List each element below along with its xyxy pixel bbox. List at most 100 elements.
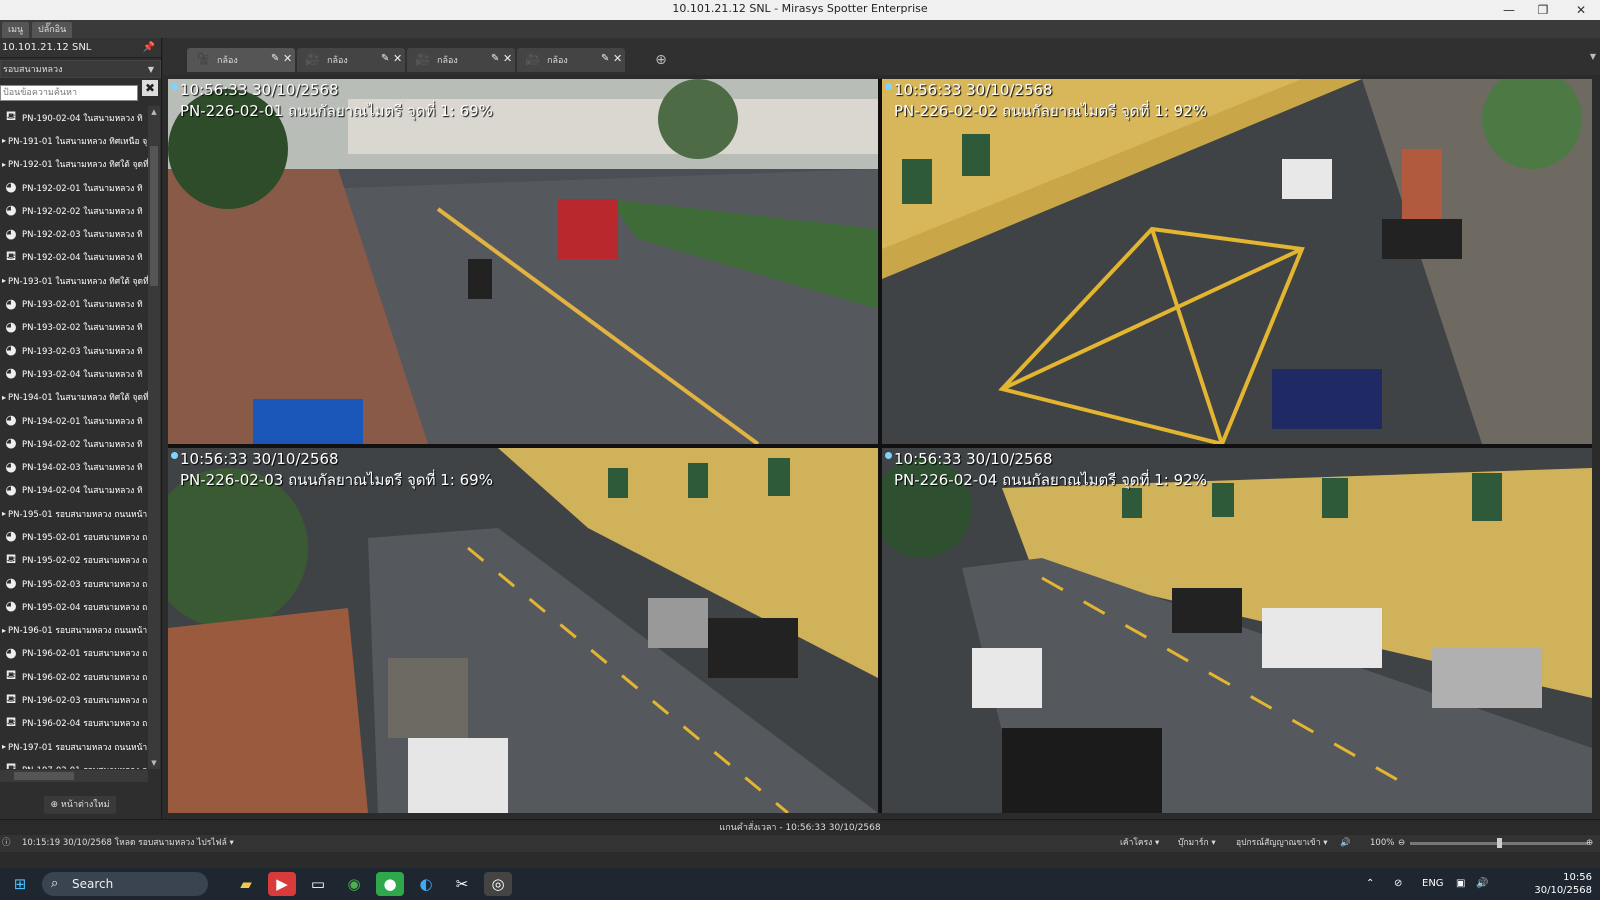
display-icon[interactable]: ▣ bbox=[1456, 868, 1465, 900]
video-tile-4[interactable]: 10:56:33 30/10/2568 PN-226-02-04 ถนนกัลย… bbox=[882, 448, 1592, 813]
tray-overflow-icon[interactable]: ⌃ bbox=[1366, 868, 1374, 900]
edit-icon[interactable]: ✎ bbox=[271, 53, 279, 64]
edit-icon[interactable]: ✎ bbox=[601, 53, 609, 64]
scrollbar-thumb[interactable] bbox=[150, 146, 158, 286]
camera-list: ⛾ PN-190-02-04 ในสนามหลวง ทิ ▸ PN-191-01 ใน… bbox=[0, 106, 148, 769]
camera-list-item[interactable]: ▸ PN-195-01 รอบสนามหลวง ถนนหน้า bbox=[0, 502, 148, 525]
group-expander-icon: ▸ bbox=[1, 509, 6, 519]
close-tab-icon[interactable]: ✕ bbox=[283, 52, 292, 65]
camera-list-item[interactable]: ▸ PN-194-01 ในสนามหลวง ทิศใต้ จุดที่ bbox=[0, 386, 148, 409]
speaker-icon[interactable]: 🔊 bbox=[1340, 835, 1351, 852]
menu-plugins[interactable]: ปลั๊กอิน bbox=[32, 22, 73, 38]
camera-list-item[interactable]: ▸ PN-193-01 ในสนามหลวง ทิศใต้ จุดที่ bbox=[0, 269, 148, 292]
terminal-icon[interactable]: ▭ bbox=[304, 872, 332, 896]
scroll-up-icon[interactable]: ▲ bbox=[148, 106, 160, 118]
minimize-button[interactable]: — bbox=[1490, 0, 1528, 20]
tabs-overflow-icon[interactable]: ▼ bbox=[1590, 52, 1596, 61]
edit-icon[interactable]: ✎ bbox=[491, 53, 499, 64]
horizontal-scrollbar[interactable] bbox=[0, 770, 148, 782]
camera-list-item[interactable]: ◕ PN-194-02-03 ในสนามหลวง ทิ bbox=[0, 455, 148, 478]
camera-list-item[interactable]: ⛾ PN-190-02-04 ในสนามหลวง ทิ bbox=[0, 106, 148, 129]
close-tab-icon[interactable]: ✕ bbox=[613, 52, 622, 65]
bookmark-menu[interactable]: บุ๊กมาร์ก ▾ bbox=[1178, 835, 1216, 852]
system-clock[interactable]: 10:56 30/10/2568 bbox=[1534, 871, 1592, 897]
camera-list-item[interactable]: ◕ PN-193-02-04 ในสนามหลวง ทิ bbox=[0, 362, 148, 385]
os-taskbar: ⊞ ⌕ Search ▰ ▶ ▭ ◉ ● ◐ ✂ ◎ ⌃ ⊘ ENG ▣ 🔊 1… bbox=[0, 868, 1600, 900]
camera-list-item[interactable]: ◕ PN-196-02-01 รอบสนามหลวง ถ bbox=[0, 642, 148, 665]
language-indicator[interactable]: ENG bbox=[1422, 868, 1444, 900]
media-app-icon[interactable]: ▶ bbox=[268, 872, 296, 896]
camera-list-item[interactable]: ⛾ PN-196-02-03 รอบสนามหลวง ถ bbox=[0, 688, 148, 711]
menu-main[interactable]: เมนู bbox=[2, 22, 30, 38]
camera-list-item[interactable]: ⛾ PN-195-02-02 รอบสนามหลวง ถ bbox=[0, 549, 148, 572]
add-tab-icon[interactable]: ⊕ bbox=[651, 50, 671, 70]
line-app-icon[interactable]: ● bbox=[376, 872, 404, 896]
hscrollbar-thumb[interactable] bbox=[14, 772, 74, 780]
profile-load-status[interactable]: 10:15:19 30/10/2568 โหลด รอบสนามหลวง ไปร… bbox=[22, 835, 234, 852]
volume-icon[interactable]: 🔊 bbox=[1476, 868, 1488, 900]
camera-label: PN-195-02-04 รอบสนามหลวง ถ bbox=[22, 602, 148, 613]
close-tab-icon[interactable]: ✕ bbox=[503, 52, 512, 65]
camera-list-item[interactable]: ◕ PN-193-02-01 ในสนามหลวง ทิ bbox=[0, 292, 148, 315]
camera-list-item[interactable]: ◕ PN-195-02-03 รอบสนามหลวง ถ bbox=[0, 572, 148, 595]
group-expander-icon: ▸ bbox=[1, 742, 6, 752]
edit-icon[interactable]: ✎ bbox=[381, 53, 389, 64]
vertical-scrollbar[interactable]: ▲ ▼ bbox=[148, 106, 160, 769]
maximize-button[interactable]: ❐ bbox=[1524, 0, 1562, 20]
zoom-slider-knob[interactable] bbox=[1497, 838, 1502, 848]
camera-list-item[interactable]: ◕ PN-193-02-03 ในสนามหลวง ทิ bbox=[0, 339, 148, 362]
server-header: 10.101.21.12 SNL 📌 bbox=[0, 38, 161, 58]
spotter-app-icon[interactable]: ◎ bbox=[484, 872, 512, 896]
camera-list-item[interactable]: ◕ PN-194-02-02 ในสนามหลวง ทิ bbox=[0, 432, 148, 455]
green-app-icon[interactable]: ◉ bbox=[340, 872, 368, 896]
video-tile-1[interactable]: 10:56:33 30/10/2568 PN-226-02-01 ถนนกัลย… bbox=[168, 79, 878, 444]
edge-browser-icon[interactable]: ◐ bbox=[412, 872, 440, 896]
camera-list-item[interactable]: ◕ PN-195-02-04 รอบสนามหลวง ถ bbox=[0, 595, 148, 618]
dome-camera-icon: ◕ bbox=[5, 529, 17, 545]
camera-list-item[interactable]: ◕ PN-192-02-01 ในสนามหลวง ทิ bbox=[0, 176, 148, 199]
snipping-tool-icon[interactable]: ✂ bbox=[448, 872, 476, 896]
camera-feed-4 bbox=[882, 448, 1592, 813]
close-window-button[interactable]: ✕ bbox=[1562, 0, 1600, 20]
close-tab-icon[interactable]: ✕ bbox=[393, 52, 402, 65]
search-input[interactable] bbox=[0, 85, 138, 101]
camera-list-item[interactable]: ⛾ PN-197-02-01 รอบสนามหลวง ถ bbox=[0, 758, 148, 769]
zoom-in-icon[interactable]: ⊕ bbox=[1586, 835, 1593, 852]
tab-view-2[interactable]: 🎥 กล้อง ✎ ✕ bbox=[297, 48, 405, 72]
search-icon: ⌕ bbox=[51, 876, 59, 891]
camera-list-item[interactable]: ▸ PN-197-01 รอบสนามหลวง ถนนหน้า bbox=[0, 735, 148, 758]
tab-view-4[interactable]: 🎥 กล้อง ✎ ✕ bbox=[517, 48, 625, 72]
layout-menu[interactable]: เค้าโครง ▾ bbox=[1120, 835, 1159, 852]
camera-list-item[interactable]: ⛾ PN-196-02-04 รอบสนามหลวง ถ bbox=[0, 712, 148, 735]
tab-view-3[interactable]: 🎥 กล้อง ✎ ✕ bbox=[407, 48, 515, 72]
camera-list-item[interactable]: ◕ PN-194-02-01 ในสนามหลวง ทิ bbox=[0, 409, 148, 432]
camera-list-item[interactable]: ◕ PN-192-02-03 ในสนามหลวง ทิ bbox=[0, 222, 148, 245]
windows-start-icon[interactable]: ⊞ bbox=[6, 872, 34, 896]
camera-feed-1 bbox=[168, 79, 878, 444]
camera-icon: 🎥 bbox=[195, 52, 210, 66]
group-dropdown[interactable]: รอบสนามหลวง ▼ bbox=[0, 60, 161, 78]
scroll-down-icon[interactable]: ▼ bbox=[148, 757, 160, 769]
new-view-button[interactable]: ⊕ หน้าต่างใหม่ bbox=[44, 796, 116, 814]
clear-search-icon[interactable]: ✖ bbox=[142, 80, 158, 96]
osd-camera-name: PN-226-02-04 ถนนกัลยาณไมตรี จุดที่ 1: 92… bbox=[894, 471, 1207, 489]
input-devices-menu[interactable]: อุปกรณ์สัญญาณขาเข้า ▾ bbox=[1236, 835, 1327, 852]
pin-icon[interactable]: 📌 bbox=[143, 38, 155, 58]
zoom-out-icon[interactable]: ⊖ bbox=[1398, 835, 1405, 852]
camera-list-item[interactable]: ◕ PN-192-02-02 ในสนามหลวง ทิ bbox=[0, 199, 148, 222]
camera-list-item[interactable]: ◕ PN-193-02-02 ในสนามหลวง ทิ bbox=[0, 316, 148, 339]
camera-list-item[interactable]: ⛾ PN-192-02-04 ในสนามหลวง ทิ bbox=[0, 246, 148, 269]
camera-list-item[interactable]: ◕ PN-195-02-01 รอบสนามหลวง ถ bbox=[0, 525, 148, 548]
camera-list-item[interactable]: ⛾ PN-196-02-02 รอบสนามหลวง ถ bbox=[0, 665, 148, 688]
video-tile-3[interactable]: 10:56:33 30/10/2568 PN-226-02-03 ถนนกัลย… bbox=[168, 448, 878, 813]
video-tile-2[interactable]: 10:56:33 30/10/2568 PN-226-02-02 ถนนกัลย… bbox=[882, 79, 1592, 444]
tab-view-1[interactable]: 🎥 กล้อง ✎ ✕ bbox=[187, 48, 295, 72]
camera-list-item[interactable]: ◕ PN-194-02-04 ในสนามหลวง ทิ bbox=[0, 479, 148, 502]
camera-list-item[interactable]: ▸ PN-196-01 รอบสนามหลวง ถนนหน้า bbox=[0, 619, 148, 642]
camera-list-item[interactable]: ▸ PN-192-01 ในสนามหลวง ทิศใต้ จุดที่ bbox=[0, 153, 148, 176]
camera-list-item[interactable]: ▸ PN-191-01 ในสนามหลวง ทิศเหนือ จุ bbox=[0, 129, 148, 152]
network-icon[interactable]: ⊘ bbox=[1394, 868, 1402, 900]
dome-camera-icon: ◕ bbox=[5, 180, 17, 196]
file-explorer-icon[interactable]: ▰ bbox=[232, 872, 260, 896]
taskbar-search[interactable]: ⌕ Search bbox=[42, 872, 208, 896]
